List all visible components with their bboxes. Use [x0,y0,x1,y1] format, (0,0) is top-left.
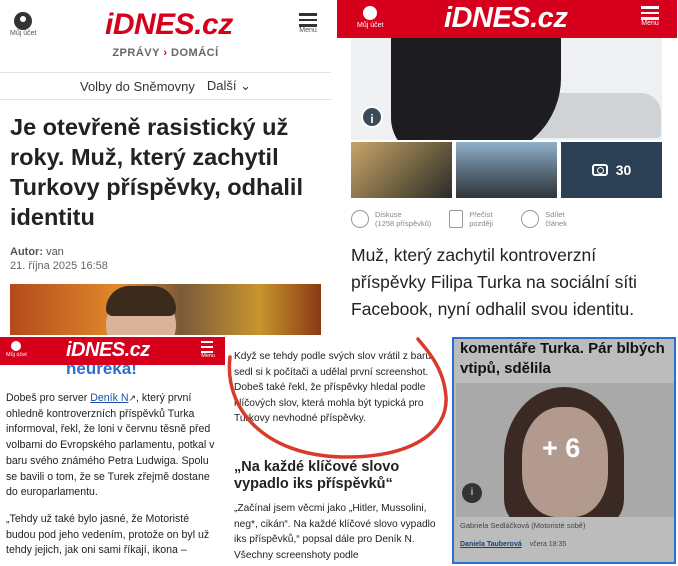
article-panel-top-right: Můj účet iDNES.cz Menu i 30 Diskuse (125… [337,0,677,335]
hamburger-icon [299,13,317,27]
menu-button[interactable]: Menu [299,13,317,34]
photo-thumbnails: 30 [351,142,662,198]
article-actions: Diskuse (1258 příspěvků) Přečíst později… [351,210,662,228]
author-label: Autor: [10,246,43,258]
article-text: Dobeš pro server Deník N↗, který první o… [6,391,218,559]
paragraph-2: „Tehdy už také bylo jasné, že Motoristé … [6,512,210,557]
account-button[interactable]: Můj účet [357,6,383,29]
hamburger-icon [201,341,215,353]
person-hair [106,286,176,316]
user-icon [363,6,378,20]
section-heading: „Na každé klíčové slovo vypadlo iks přís… [234,459,400,492]
thumbnail-2[interactable] [456,142,557,198]
account-button[interactable]: Můj účet [10,12,36,37]
share-label: Sdílet článek [545,210,567,228]
read-later-label: Přečíst později [469,210,494,228]
external-link-icon: ↗ [128,393,137,403]
article-panel-top-left: Můj účet iDNES.cz Menu ZPRÁVY › DOMÁCÍ V… [0,0,331,335]
user-icon [11,341,22,351]
breadcrumb-separator: › [163,47,168,59]
comment-icon [351,210,369,228]
menu-label: Menu [641,19,659,27]
article-panel-bottom-right: komentáře Turka. Pár blbých vtipů, sděli… [452,337,676,564]
author-link[interactable]: Daniela Tauberová [460,541,522,548]
article-text-fragment: komentáře Turka. Pár blbých vtipů, sděli… [460,340,665,377]
article-title: Je otevřeně rasistický už roky. Muž, kte… [10,114,303,230]
header: Můj účet iDNES.cz Menu ZPRÁVY › DOMÁCÍ [0,0,331,72]
byline: Daniela Tauberová včera 18:35 [460,541,566,548]
author-name[interactable]: van [46,246,64,258]
denik-n-link[interactable]: Deník N [90,392,128,404]
author-line: Autor: van [0,232,331,258]
info-icon[interactable]: i [462,483,482,503]
hamburger-icon [641,6,659,20]
discussion-count: (1258 příspěvků) [375,219,432,228]
account-label: Můj účet [357,22,384,29]
subnav-item-elections[interactable]: Volby do Sněmovny [80,79,195,94]
discussion-label: Diskuse [375,210,402,219]
breadcrumb: ZPRÁVY › DOMÁCÍ [0,47,331,59]
breadcrumb-section[interactable]: ZPRÁVY [112,47,159,59]
paragraph-1-end: , který první ohledně kontroverzních pří… [6,392,215,499]
site-logo[interactable]: iDNES.cz [105,8,233,42]
paragraph-quote: „Začínal jsem věcmi jako „Hitler, Mussol… [234,503,436,561]
article-panel-bottom-middle: Když se tehdy podle svých slov vrátil z … [226,337,450,566]
header: Můj účet iDNES.cz Menu [337,0,677,38]
paragraph-1: Dobeš pro server Deník N↗, který první o… [6,391,218,501]
breadcrumb-subsection[interactable]: DOMÁCÍ [171,47,219,59]
hero-photo[interactable]: i [351,38,662,140]
account-button[interactable]: Můj účet [6,341,27,358]
site-logo[interactable]: iDNES.cz [66,339,150,362]
header: Můj účet iDNES.cz Menu [0,337,225,365]
red-highlight-circle [227,337,448,459]
share-icon [521,210,540,228]
publish-date: 21. října 2025 16:58 [10,260,108,272]
menu-label: Menu [201,353,215,359]
account-label: Můj účet [10,30,37,37]
bookmark-icon [449,210,464,228]
person-suit [391,38,561,140]
info-icon[interactable]: i [361,106,383,128]
account-label: Můj účet [6,352,27,358]
photo-caption: Gabriela Sedláčková (Motoristé sobě) [460,521,586,530]
read-later-button[interactable]: Přečíst později [449,210,503,228]
article-lead: Muž, který zachytil kontroverzní příspěv… [351,245,637,319]
gallery-more-button[interactable]: 30 [561,142,662,198]
camera-icon [591,164,608,176]
more-photos-count[interactable]: + 6 [542,433,580,464]
gallery-photo[interactable]: + 6 i [456,383,674,517]
user-icon [14,12,33,30]
article-photo[interactable] [10,284,321,335]
paragraph-1-start: Dobeš pro server [6,392,91,404]
article-panel-bottom-left: heureka! Můj účet iDNES.cz Menu Dobeš pr… [0,337,225,566]
menu-button[interactable]: Menu [641,6,659,27]
photo-count: 30 [615,162,632,178]
share-button[interactable]: Sdílet článek [521,210,575,228]
sub-navigation: Volby do Sněmovny Další ⌄ [0,72,331,100]
thumbnail-1[interactable] [351,142,452,198]
site-logo[interactable]: iDNES.cz [444,2,568,35]
subnav-more-dropdown[interactable]: Další ⌄ [207,78,251,94]
publish-time: včera 18:35 [529,541,567,548]
discussion-button[interactable]: Diskuse (1258 příspěvků) [351,210,431,228]
menu-button[interactable]: Menu [201,341,215,359]
menu-label: Menu [299,26,317,34]
